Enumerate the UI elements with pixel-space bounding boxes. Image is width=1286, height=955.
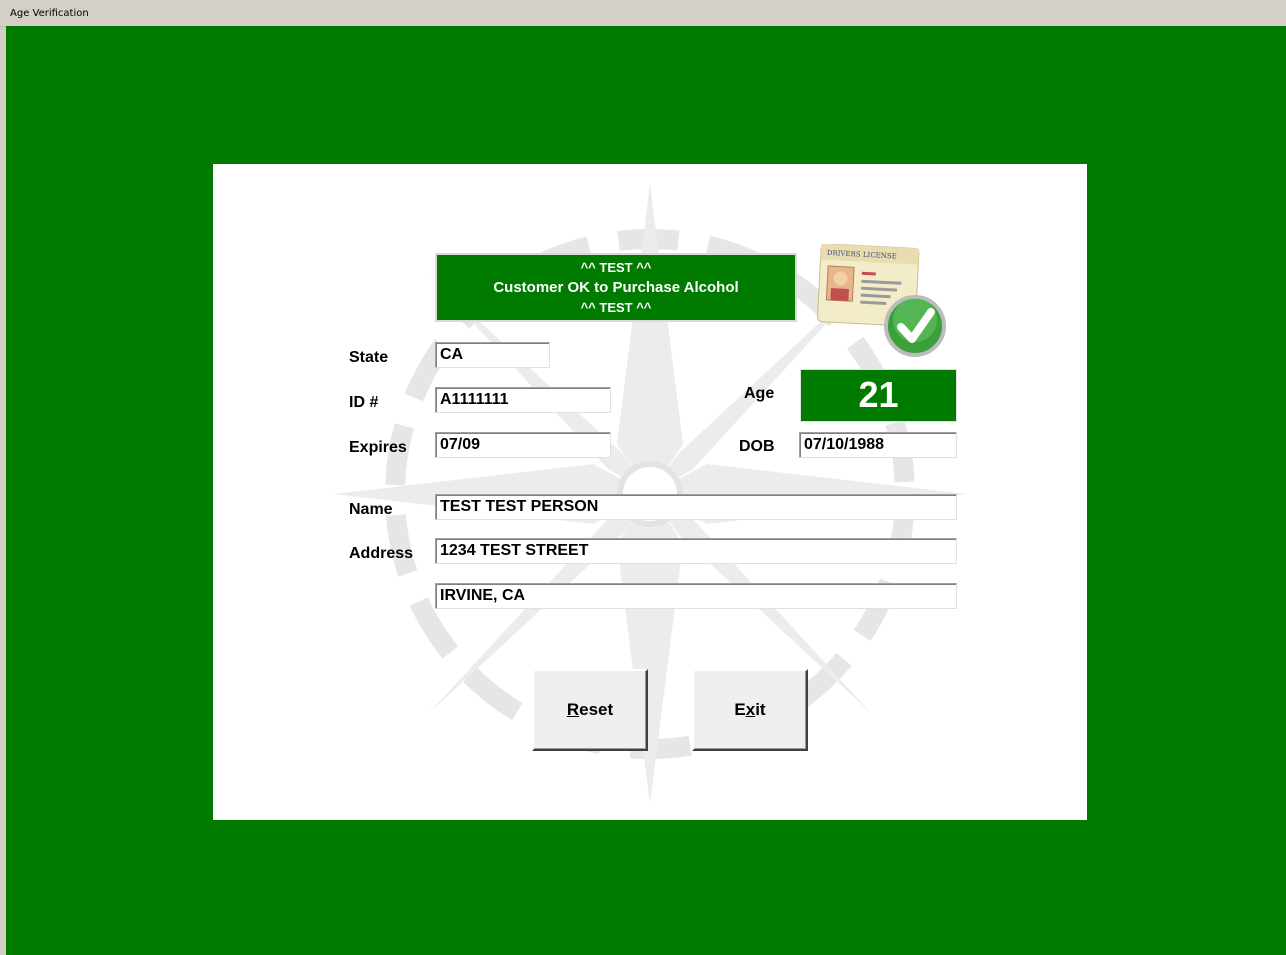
- address-line-2-field[interactable]: IRVINE, CA: [435, 583, 957, 609]
- title-bar: Age Verification: [0, 0, 1286, 27]
- age-label: Age: [744, 385, 775, 402]
- purchase-status-banner: ^^ TEST ^^ Customer OK to Purchase Alcoh…: [435, 253, 797, 322]
- verification-panel: ^^ TEST ^^ Customer OK to Purchase Alcoh…: [213, 164, 1087, 820]
- status-line-2: Customer OK to Purchase Alcohol: [493, 278, 739, 296]
- id-number-field[interactable]: A1111111: [435, 387, 611, 413]
- drivers-license-check-icon: DRIVERS LICENSE: [816, 243, 947, 359]
- reset-button-label: Reset: [566, 700, 614, 719]
- exit-button[interactable]: Exit: [692, 669, 808, 751]
- address-line-1-field[interactable]: 1234 TEST STREET: [435, 538, 957, 564]
- expires-field[interactable]: 07/09: [435, 432, 611, 458]
- name-label: Name: [349, 501, 393, 518]
- state-field[interactable]: CA: [435, 342, 550, 368]
- window-title: Age Verification: [10, 8, 89, 19]
- status-line-1: ^^ TEST ^^: [580, 259, 652, 275]
- reset-button[interactable]: Reset: [532, 669, 648, 751]
- name-field[interactable]: TEST TEST PERSON: [435, 494, 957, 520]
- exit-button-label: Exit: [734, 700, 766, 719]
- address-label: Address: [349, 545, 414, 562]
- dob-field[interactable]: 07/10/1988: [799, 432, 957, 458]
- age-display: 21: [800, 369, 957, 422]
- expires-label: Expires: [349, 439, 407, 456]
- status-line-3: ^^ TEST ^^: [580, 299, 652, 315]
- state-label: State: [349, 349, 389, 366]
- id-label: ID #: [349, 394, 379, 411]
- dob-label: DOB: [739, 438, 775, 455]
